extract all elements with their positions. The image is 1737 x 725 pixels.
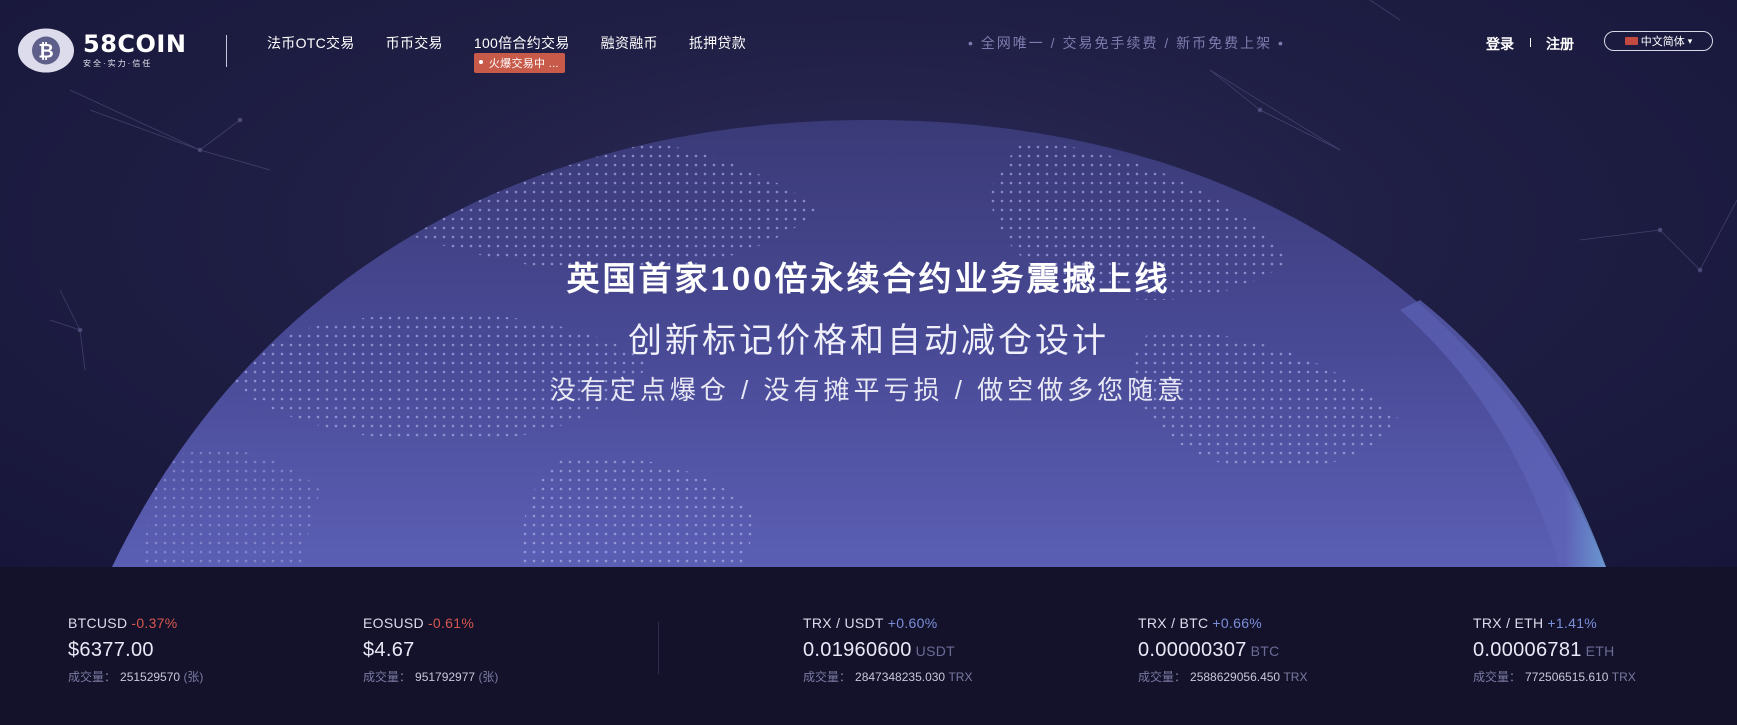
promo-text: • 全网唯一 / 交易免手续费 / 新币免费上架 •	[968, 35, 1285, 51]
nav-margin[interactable]: 融资融币	[601, 33, 658, 53]
login-link[interactable]: 登录	[1486, 34, 1514, 54]
language-selector[interactable]: 中文简体 ▾	[1604, 31, 1713, 51]
volume-value: 2847348235.030	[855, 670, 946, 684]
volume-label: 成交量：	[68, 670, 117, 684]
change-value: +0.66%	[1212, 615, 1263, 631]
register-link[interactable]: 注册	[1546, 34, 1574, 54]
volume-value: 2588629056.450	[1190, 670, 1281, 684]
price-value: $4.67	[363, 639, 415, 661]
volume-label: 成交量：	[803, 670, 852, 684]
price-value: 0.01960600	[803, 639, 912, 661]
price-unit: USDT	[915, 643, 955, 659]
price-unit: ETH	[1585, 643, 1615, 659]
change-value: +1.41%	[1547, 615, 1598, 631]
market-ticker: BTCUSD -0.37% $6377.00 成交量： 251529570 (张) …	[0, 567, 1737, 725]
chevron-down-icon: ▾	[1687, 35, 1693, 46]
hero-subtitle: 创新标记价格和自动减仓设计	[628, 322, 1109, 360]
volume-label: 成交量：	[1473, 670, 1522, 684]
hero-banner[interactable]: ₿ 58COIN 安全·实力·信任 法币OTC交易 币币交易 100倍合约交易 …	[0, 0, 1737, 567]
hero-tagline: 没有定点爆仓 / 没有摊平亏损 / 做空做多您随意	[549, 375, 1188, 405]
volume-label: 成交量：	[363, 670, 412, 684]
change-value: -0.61%	[427, 615, 475, 631]
nav-coin-trading[interactable]: 币币交易	[386, 33, 443, 53]
volume-unit: (张)	[183, 670, 204, 684]
volume-unit: TRX	[1611, 670, 1636, 684]
pair-name: BTCUSD	[68, 615, 128, 631]
volume-value: 772506515.610	[1525, 670, 1609, 684]
top-header: ₿ 58COIN 安全·实力·信任 法币OTC交易 币币交易 100倍合约交易 …	[0, 0, 1737, 84]
change-value: -0.37%	[131, 615, 178, 631]
pair-name: EOSUSD	[363, 615, 424, 631]
nav-contract-trading[interactable]: 100倍合约交易 火爆交易中 ...	[473, 33, 570, 73]
volume-unit: TRX	[1283, 670, 1308, 684]
price-value: 0.00006781	[1473, 639, 1582, 661]
change-value: +0.60%	[887, 615, 938, 631]
logo[interactable]: ₿ 58COIN 安全·实力·信任	[17, 27, 186, 74]
volume-value: 251529570	[120, 670, 181, 684]
nav-contract-label: 100倍合约交易	[473, 35, 570, 51]
bitcoin-icon: ₿	[17, 27, 75, 74]
price-unit: BTC	[1250, 643, 1280, 659]
main-nav: 法币OTC交易 币币交易 100倍合约交易 火爆交易中 ... 融资融币 抵押贷…	[267, 33, 777, 73]
hero-title: 英国首家100倍永续合约业务震撼上线	[566, 260, 1171, 297]
volume-unit: TRX	[948, 670, 973, 684]
pair-name: TRX / BTC	[1138, 615, 1209, 631]
brand-name: 58COIN	[83, 30, 187, 58]
volume-unit: (张)	[478, 670, 499, 684]
language-label: 中文简体	[1640, 36, 1685, 48]
pair-name: TRX / USDT	[803, 615, 884, 631]
volume-value: 951792977	[415, 670, 476, 684]
svg-text:₿: ₿	[38, 41, 53, 63]
ticker-item[interactable]: TRX / ETH +1.41% 0.00006781 ETH 成交量： 772506…	[1473, 615, 1636, 685]
china-flag-icon	[1624, 37, 1638, 45]
hot-badge: 火爆交易中 ...	[473, 53, 565, 73]
brand-slogan: 安全·实力·信任	[83, 59, 153, 68]
volume-label: 成交量：	[1138, 670, 1187, 684]
nav-loans[interactable]: 抵押贷款	[689, 33, 746, 53]
ticker-item[interactable]: EOSUSD -0.61% $4.67 成交量： 951792977 (张)	[363, 615, 498, 685]
ticker-divider	[658, 622, 659, 674]
header-divider	[226, 35, 227, 67]
ticker-item[interactable]: TRX / BTC +0.66% 0.00000307 BTC 成交量： 258862…	[1138, 615, 1307, 685]
nav-fiat-otc[interactable]: 法币OTC交易	[267, 33, 355, 53]
price-value: $6377.00	[68, 639, 154, 661]
ticker-item[interactable]: BTCUSD -0.37% $6377.00 成交量： 251529570 (张)	[68, 615, 203, 685]
auth-separator	[1530, 38, 1531, 47]
ticker-item[interactable]: TRX / USDT +0.60% 0.01960600 USDT 成交量： 2847…	[803, 615, 972, 685]
price-value: 0.00000307	[1138, 639, 1247, 661]
page: ₿ 58COIN 安全·实力·信任 法币OTC交易 币币交易 100倍合约交易 …	[0, 0, 1737, 725]
pair-name: TRX / ETH	[1473, 615, 1544, 631]
